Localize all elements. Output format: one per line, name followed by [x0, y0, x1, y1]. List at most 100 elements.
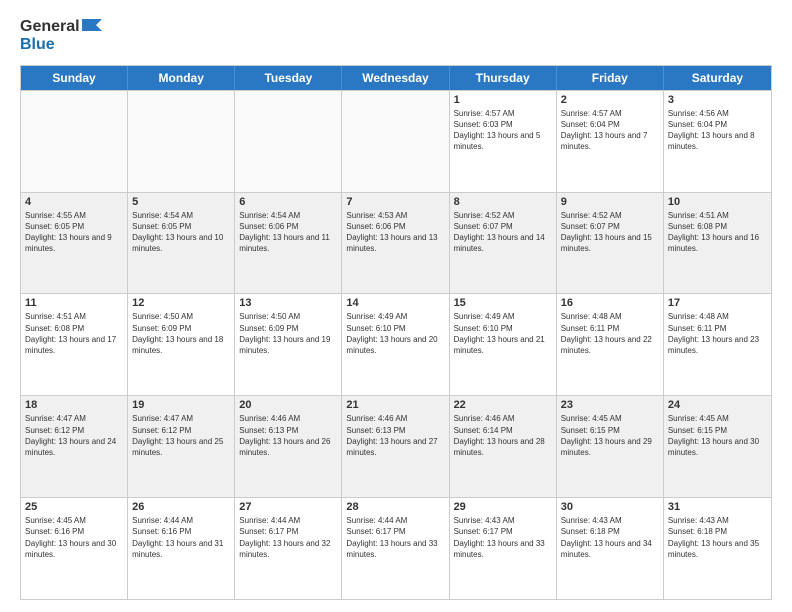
day-number: 5: [132, 196, 230, 208]
day-number: 6: [239, 196, 337, 208]
day-number: 13: [239, 297, 337, 309]
header-day-thursday: Thursday: [450, 66, 557, 90]
day-cell-18: 18 Sunrise: 4:47 AM Sunset: 6:12 PM Dayli…: [21, 396, 128, 497]
cell-info: Sunrise: 4:52 AM Sunset: 6:07 PM Dayligh…: [454, 210, 552, 255]
calendar-week-1: 1Sunrise: 4:57 AM Sunset: 6:03 PM Daylig…: [21, 90, 771, 192]
day-number: 20: [239, 399, 337, 411]
day-cell-23: 23 Sunrise: 4:45 AM Sunset: 6:15 PM Dayli…: [557, 396, 664, 497]
logo-general: General: [20, 18, 102, 36]
day-cell-6: 6 Sunrise: 4:54 AM Sunset: 6:06 PM Daylig…: [235, 193, 342, 294]
logo-flag-icon: [82, 19, 102, 31]
cell-info: Sunrise: 4:51 AM Sunset: 6:08 PM Dayligh…: [25, 311, 123, 356]
cell-info: Sunrise: 4:50 AM Sunset: 6:09 PM Dayligh…: [132, 311, 230, 356]
day-cell-19: 19 Sunrise: 4:47 AM Sunset: 6:12 PM Dayli…: [128, 396, 235, 497]
cell-info: Sunrise: 4:45 AM Sunset: 6:15 PM Dayligh…: [668, 413, 767, 458]
day-number: 14: [346, 297, 444, 309]
day-cell-2: 2Sunrise: 4:57 AM Sunset: 6:04 PM Daylig…: [557, 91, 664, 192]
day-cell-29: 29Sunrise: 4:43 AM Sunset: 6:17 PM Dayli…: [450, 498, 557, 599]
day-cell-13: 13 Sunrise: 4:50 AM Sunset: 6:09 PM Dayli…: [235, 294, 342, 395]
cell-info: Sunrise: 4:45 AM Sunset: 6:16 PM Dayligh…: [25, 515, 123, 560]
cell-info: Sunrise: 4:45 AM Sunset: 6:15 PM Dayligh…: [561, 413, 659, 458]
day-number: 15: [454, 297, 552, 309]
cell-info: Sunrise: 4:43 AM Sunset: 6:18 PM Dayligh…: [668, 515, 767, 560]
day-number: 24: [668, 399, 767, 411]
day-cell-14: 14 Sunrise: 4:49 AM Sunset: 6:10 PM Dayli…: [342, 294, 449, 395]
day-number: 27: [239, 501, 337, 513]
day-number: 28: [346, 501, 444, 513]
cell-info: Sunrise: 4:49 AM Sunset: 6:10 PM Dayligh…: [346, 311, 444, 356]
day-number: 17: [668, 297, 767, 309]
day-number: 10: [668, 196, 767, 208]
day-number: 19: [132, 399, 230, 411]
logo: General Blue: [20, 18, 102, 55]
logo-text-block: General Blue: [20, 18, 102, 55]
calendar-body: 1Sunrise: 4:57 AM Sunset: 6:03 PM Daylig…: [21, 90, 771, 599]
day-number: 29: [454, 501, 552, 513]
cell-info: Sunrise: 4:48 AM Sunset: 6:11 PM Dayligh…: [561, 311, 659, 356]
day-cell-5: 5Sunrise: 4:54 AM Sunset: 6:05 PM Daylig…: [128, 193, 235, 294]
day-number: 2: [561, 94, 659, 106]
cell-info: Sunrise: 4:46 AM Sunset: 6:13 PM Dayligh…: [239, 413, 337, 458]
cell-info: Sunrise: 4:55 AM Sunset: 6:05 PM Dayligh…: [25, 210, 123, 255]
cell-info: Sunrise: 4:52 AM Sunset: 6:07 PM Dayligh…: [561, 210, 659, 255]
day-cell-16: 16Sunrise: 4:48 AM Sunset: 6:11 PM Dayli…: [557, 294, 664, 395]
day-cell-30: 30 Sunrise: 4:43 AM Sunset: 6:18 PM Dayli…: [557, 498, 664, 599]
day-cell-15: 15 Sunrise: 4:49 AM Sunset: 6:10 PM Dayli…: [450, 294, 557, 395]
cell-info: Sunrise: 4:47 AM Sunset: 6:12 PM Dayligh…: [25, 413, 123, 458]
cell-info: Sunrise: 4:56 AM Sunset: 6:04 PM Dayligh…: [668, 108, 767, 153]
day-cell-25: 25Sunrise: 4:45 AM Sunset: 6:16 PM Dayli…: [21, 498, 128, 599]
cell-info: Sunrise: 4:57 AM Sunset: 6:03 PM Dayligh…: [454, 108, 552, 153]
day-cell-20: 20 Sunrise: 4:46 AM Sunset: 6:13 PM Dayli…: [235, 396, 342, 497]
cell-info: Sunrise: 4:48 AM Sunset: 6:11 PM Dayligh…: [668, 311, 767, 356]
cell-info: Sunrise: 4:50 AM Sunset: 6:09 PM Dayligh…: [239, 311, 337, 356]
day-number: 8: [454, 196, 552, 208]
cell-info: Sunrise: 4:44 AM Sunset: 6:16 PM Dayligh…: [132, 515, 230, 560]
header-day-tuesday: Tuesday: [235, 66, 342, 90]
header-day-wednesday: Wednesday: [342, 66, 449, 90]
cell-info: Sunrise: 4:49 AM Sunset: 6:10 PM Dayligh…: [454, 311, 552, 356]
day-cell-12: 12 Sunrise: 4:50 AM Sunset: 6:09 PM Dayli…: [128, 294, 235, 395]
day-number: 18: [25, 399, 123, 411]
empty-cell: [128, 91, 235, 192]
day-cell-27: 27Sunrise: 4:44 AM Sunset: 6:17 PM Dayli…: [235, 498, 342, 599]
empty-cell: [21, 91, 128, 192]
day-cell-4: 4 Sunrise: 4:55 AM Sunset: 6:05 PM Daylig…: [21, 193, 128, 294]
cell-info: Sunrise: 4:47 AM Sunset: 6:12 PM Dayligh…: [132, 413, 230, 458]
day-number: 26: [132, 501, 230, 513]
header-day-sunday: Sunday: [21, 66, 128, 90]
day-cell-17: 17 Sunrise: 4:48 AM Sunset: 6:11 PM Dayli…: [664, 294, 771, 395]
header-day-monday: Monday: [128, 66, 235, 90]
logo-blue: Blue: [20, 36, 102, 54]
cell-info: Sunrise: 4:43 AM Sunset: 6:18 PM Dayligh…: [561, 515, 659, 560]
day-number: 12: [132, 297, 230, 309]
cell-info: Sunrise: 4:51 AM Sunset: 6:08 PM Dayligh…: [668, 210, 767, 255]
cell-info: Sunrise: 4:44 AM Sunset: 6:17 PM Dayligh…: [346, 515, 444, 560]
day-cell-10: 10 Sunrise: 4:51 AM Sunset: 6:08 PM Dayli…: [664, 193, 771, 294]
day-cell-9: 9 Sunrise: 4:52 AM Sunset: 6:07 PM Daylig…: [557, 193, 664, 294]
calendar-week-5: 25Sunrise: 4:45 AM Sunset: 6:16 PM Dayli…: [21, 497, 771, 599]
day-cell-7: 7Sunrise: 4:53 AM Sunset: 6:06 PM Daylig…: [342, 193, 449, 294]
day-number: 4: [25, 196, 123, 208]
day-number: 11: [25, 297, 123, 309]
calendar-week-2: 4 Sunrise: 4:55 AM Sunset: 6:05 PM Daylig…: [21, 192, 771, 294]
header: General Blue: [20, 18, 772, 55]
day-cell-24: 24 Sunrise: 4:45 AM Sunset: 6:15 PM Dayli…: [664, 396, 771, 497]
page: General Blue SundayMondayTuesdayWednesda…: [0, 0, 792, 612]
empty-cell: [342, 91, 449, 192]
cell-info: Sunrise: 4:54 AM Sunset: 6:06 PM Dayligh…: [239, 210, 337, 255]
day-cell-21: 21Sunrise: 4:46 AM Sunset: 6:13 PM Dayli…: [342, 396, 449, 497]
empty-cell: [235, 91, 342, 192]
day-number: 21: [346, 399, 444, 411]
day-number: 30: [561, 501, 659, 513]
day-cell-28: 28 Sunrise: 4:44 AM Sunset: 6:17 PM Dayli…: [342, 498, 449, 599]
day-cell-31: 31Sunrise: 4:43 AM Sunset: 6:18 PM Dayli…: [664, 498, 771, 599]
calendar-week-4: 18 Sunrise: 4:47 AM Sunset: 6:12 PM Dayli…: [21, 395, 771, 497]
day-cell-22: 22Sunrise: 4:46 AM Sunset: 6:14 PM Dayli…: [450, 396, 557, 497]
day-number: 22: [454, 399, 552, 411]
day-number: 23: [561, 399, 659, 411]
day-number: 9: [561, 196, 659, 208]
calendar: SundayMondayTuesdayWednesdayThursdayFrid…: [20, 65, 772, 600]
day-cell-26: 26 Sunrise: 4:44 AM Sunset: 6:16 PM Dayli…: [128, 498, 235, 599]
day-number: 3: [668, 94, 767, 106]
day-cell-11: 11 Sunrise: 4:51 AM Sunset: 6:08 PM Dayli…: [21, 294, 128, 395]
